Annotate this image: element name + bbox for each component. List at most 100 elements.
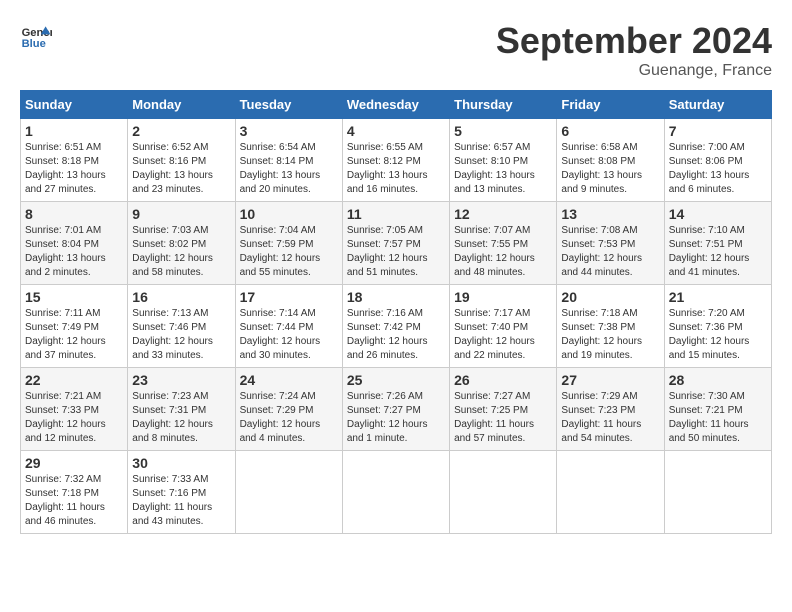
day-info-14: Sunrise: 7:10 AM Sunset: 7:51 PM Dayligh… bbox=[669, 224, 767, 280]
day-info-27: Sunrise: 7:29 AM Sunset: 7:23 PM Dayligh… bbox=[561, 390, 659, 446]
week-row-5: 29 Sunrise: 7:32 AM Sunset: 7:18 PM Dayli… bbox=[21, 451, 772, 534]
day-info-22: Sunrise: 7:21 AM Sunset: 7:33 PM Dayligh… bbox=[25, 390, 123, 446]
day-number-22: 22 bbox=[25, 372, 123, 388]
cell-12: 12 Sunrise: 7:07 AM Sunset: 7:55 PM Dayli… bbox=[450, 202, 557, 285]
day-info-23: Sunrise: 7:23 AM Sunset: 7:31 PM Dayligh… bbox=[132, 390, 230, 446]
day-number-26: 26 bbox=[454, 372, 552, 388]
logo: General Blue bbox=[20, 20, 52, 52]
day-number-12: 12 bbox=[454, 206, 552, 222]
day-number-18: 18 bbox=[347, 289, 445, 305]
day-info-18: Sunrise: 7:16 AM Sunset: 7:42 PM Dayligh… bbox=[347, 307, 445, 363]
cell-27: 27 Sunrise: 7:29 AM Sunset: 7:23 PM Dayli… bbox=[557, 368, 664, 451]
cell-17: 17 Sunrise: 7:14 AM Sunset: 7:44 PM Dayli… bbox=[235, 285, 342, 368]
cell-3: 3 Sunrise: 6:54 AM Sunset: 8:14 PM Daylig… bbox=[235, 119, 342, 202]
day-number-2: 2 bbox=[132, 123, 230, 139]
day-number-25: 25 bbox=[347, 372, 445, 388]
day-number-5: 5 bbox=[454, 123, 552, 139]
cell-empty bbox=[450, 451, 557, 534]
day-number-9: 9 bbox=[132, 206, 230, 222]
day-info-8: Sunrise: 7:01 AM Sunset: 8:04 PM Dayligh… bbox=[25, 224, 123, 280]
cell-empty bbox=[235, 451, 342, 534]
week-row-1: 1Sunrise: 6:51 AM Sunset: 8:18 PM Daylig… bbox=[21, 119, 772, 202]
col-friday: Friday bbox=[557, 91, 664, 119]
day-number-28: 28 bbox=[669, 372, 767, 388]
col-monday: Monday bbox=[128, 91, 235, 119]
day-info-25: Sunrise: 7:26 AM Sunset: 7:27 PM Dayligh… bbox=[347, 390, 445, 446]
week-row-2: 8Sunrise: 7:01 AM Sunset: 8:04 PM Daylig… bbox=[21, 202, 772, 285]
day-number-3: 3 bbox=[240, 123, 338, 139]
cell-1: 1Sunrise: 6:51 AM Sunset: 8:18 PM Daylig… bbox=[21, 119, 128, 202]
day-number-7: 7 bbox=[669, 123, 767, 139]
cell-empty bbox=[342, 451, 449, 534]
day-info-21: Sunrise: 7:20 AM Sunset: 7:36 PM Dayligh… bbox=[669, 307, 767, 363]
day-number-17: 17 bbox=[240, 289, 338, 305]
cell-20: 20 Sunrise: 7:18 AM Sunset: 7:38 PM Dayli… bbox=[557, 285, 664, 368]
cell-11: 11 Sunrise: 7:05 AM Sunset: 7:57 PM Dayli… bbox=[342, 202, 449, 285]
day-info-28: Sunrise: 7:30 AM Sunset: 7:21 PM Dayligh… bbox=[669, 390, 767, 446]
cell-24: 24 Sunrise: 7:24 AM Sunset: 7:29 PM Dayli… bbox=[235, 368, 342, 451]
cell-13: 13Sunrise: 7:08 AM Sunset: 7:53 PM Dayli… bbox=[557, 202, 664, 285]
cell-19: 19Sunrise: 7:17 AM Sunset: 7:40 PM Dayli… bbox=[450, 285, 557, 368]
day-info-19: Sunrise: 7:17 AM Sunset: 7:40 PM Dayligh… bbox=[454, 307, 552, 363]
cell-29: 29 Sunrise: 7:32 AM Sunset: 7:18 PM Dayli… bbox=[21, 451, 128, 534]
cell-25: 25 Sunrise: 7:26 AM Sunset: 7:27 PM Dayli… bbox=[342, 368, 449, 451]
day-info-26: Sunrise: 7:27 AM Sunset: 7:25 PM Dayligh… bbox=[454, 390, 552, 446]
cell-14: 14Sunrise: 7:10 AM Sunset: 7:51 PM Dayli… bbox=[664, 202, 771, 285]
cell-2: 2 Sunrise: 6:52 AM Sunset: 8:16 PM Daylig… bbox=[128, 119, 235, 202]
day-number-20: 20 bbox=[561, 289, 659, 305]
header-row: Sunday Monday Tuesday Wednesday Thursday… bbox=[21, 91, 772, 119]
cell-30: 30Sunrise: 7:33 AM Sunset: 7:16 PM Dayli… bbox=[128, 451, 235, 534]
day-info-3: Sunrise: 6:54 AM Sunset: 8:14 PM Dayligh… bbox=[240, 141, 338, 197]
day-number-29: 29 bbox=[25, 455, 123, 471]
svg-text:Blue: Blue bbox=[22, 38, 46, 50]
logo-icon: General Blue bbox=[20, 20, 52, 52]
day-info-2: Sunrise: 6:52 AM Sunset: 8:16 PM Dayligh… bbox=[132, 141, 230, 197]
cell-5: 5 Sunrise: 6:57 AM Sunset: 8:10 PM Daylig… bbox=[450, 119, 557, 202]
day-info-16: Sunrise: 7:13 AM Sunset: 7:46 PM Dayligh… bbox=[132, 307, 230, 363]
col-sunday: Sunday bbox=[21, 91, 128, 119]
cell-8: 8Sunrise: 7:01 AM Sunset: 8:04 PM Daylig… bbox=[21, 202, 128, 285]
day-info-9: Sunrise: 7:03 AM Sunset: 8:02 PM Dayligh… bbox=[132, 224, 230, 280]
cell-9: 9 Sunrise: 7:03 AM Sunset: 8:02 PM Daylig… bbox=[128, 202, 235, 285]
month-title: September 2024 bbox=[496, 20, 772, 62]
cell-28: 28 Sunrise: 7:30 AM Sunset: 7:21 PM Dayli… bbox=[664, 368, 771, 451]
week-row-3: 15Sunrise: 7:11 AM Sunset: 7:49 PM Dayli… bbox=[21, 285, 772, 368]
day-info-5: Sunrise: 6:57 AM Sunset: 8:10 PM Dayligh… bbox=[454, 141, 552, 197]
day-number-15: 15 bbox=[25, 289, 123, 305]
day-info-30: Sunrise: 7:33 AM Sunset: 7:16 PM Dayligh… bbox=[132, 473, 230, 529]
day-number-4: 4 bbox=[347, 123, 445, 139]
day-info-11: Sunrise: 7:05 AM Sunset: 7:57 PM Dayligh… bbox=[347, 224, 445, 280]
day-info-4: Sunrise: 6:55 AM Sunset: 8:12 PM Dayligh… bbox=[347, 141, 445, 197]
page-header: General Blue September 2024 Guenange, Fr… bbox=[20, 20, 772, 80]
col-tuesday: Tuesday bbox=[235, 91, 342, 119]
cell-4: 4 Sunrise: 6:55 AM Sunset: 8:12 PM Daylig… bbox=[342, 119, 449, 202]
col-saturday: Saturday bbox=[664, 91, 771, 119]
cell-15: 15Sunrise: 7:11 AM Sunset: 7:49 PM Dayli… bbox=[21, 285, 128, 368]
cell-23: 23 Sunrise: 7:23 AM Sunset: 7:31 PM Dayli… bbox=[128, 368, 235, 451]
day-info-29: Sunrise: 7:32 AM Sunset: 7:18 PM Dayligh… bbox=[25, 473, 123, 529]
day-info-12: Sunrise: 7:07 AM Sunset: 7:55 PM Dayligh… bbox=[454, 224, 552, 280]
cell-18: 18 Sunrise: 7:16 AM Sunset: 7:42 PM Dayli… bbox=[342, 285, 449, 368]
day-info-10: Sunrise: 7:04 AM Sunset: 7:59 PM Dayligh… bbox=[240, 224, 338, 280]
day-number-1: 1 bbox=[25, 123, 123, 139]
day-info-7: Sunrise: 7:00 AM Sunset: 8:06 PM Dayligh… bbox=[669, 141, 767, 197]
day-number-21: 21 bbox=[669, 289, 767, 305]
day-number-24: 24 bbox=[240, 372, 338, 388]
day-info-17: Sunrise: 7:14 AM Sunset: 7:44 PM Dayligh… bbox=[240, 307, 338, 363]
day-info-24: Sunrise: 7:24 AM Sunset: 7:29 PM Dayligh… bbox=[240, 390, 338, 446]
day-number-27: 27 bbox=[561, 372, 659, 388]
day-number-23: 23 bbox=[132, 372, 230, 388]
day-info-20: Sunrise: 7:18 AM Sunset: 7:38 PM Dayligh… bbox=[561, 307, 659, 363]
cell-10: 10Sunrise: 7:04 AM Sunset: 7:59 PM Dayli… bbox=[235, 202, 342, 285]
day-number-13: 13 bbox=[561, 206, 659, 222]
day-number-16: 16 bbox=[132, 289, 230, 305]
cell-22: 22 Sunrise: 7:21 AM Sunset: 7:33 PM Dayli… bbox=[21, 368, 128, 451]
day-number-11: 11 bbox=[347, 206, 445, 222]
location-title: Guenange, France bbox=[496, 62, 772, 80]
calendar-table: Sunday Monday Tuesday Wednesday Thursday… bbox=[20, 90, 772, 534]
cell-empty bbox=[664, 451, 771, 534]
cell-7: 7 Sunrise: 7:00 AM Sunset: 8:06 PM Daylig… bbox=[664, 119, 771, 202]
cell-6: 6Sunrise: 6:58 AM Sunset: 8:08 PM Daylig… bbox=[557, 119, 664, 202]
cell-16: 16 Sunrise: 7:13 AM Sunset: 7:46 PM Dayli… bbox=[128, 285, 235, 368]
title-section: September 2024 Guenange, France bbox=[496, 20, 772, 80]
